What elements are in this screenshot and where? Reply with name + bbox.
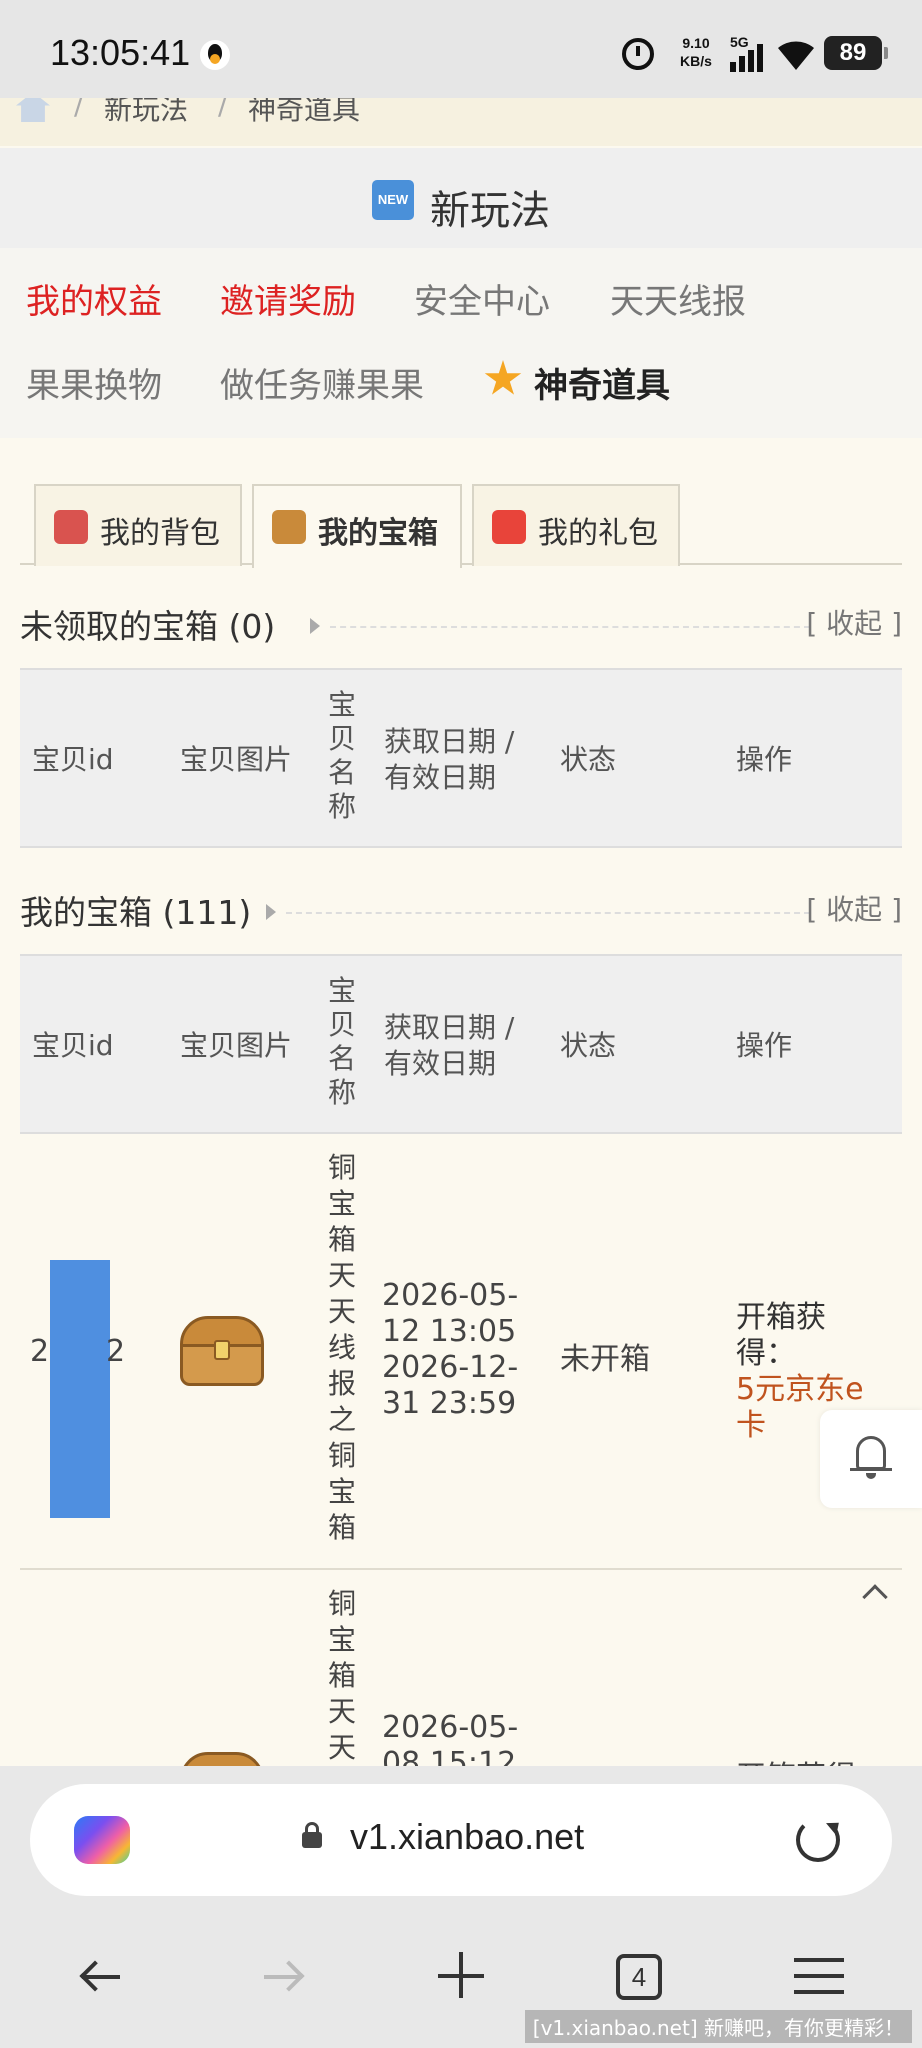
column-header-name: 宝贝名称 bbox=[328, 974, 357, 1109]
treasure-chest-icon bbox=[180, 1316, 264, 1386]
caret-right-icon bbox=[266, 904, 276, 920]
new-badge-icon: NEW bbox=[372, 180, 414, 220]
network-speed: 9.10 KB/s bbox=[672, 34, 720, 70]
nav-link-fruit-exchange[interactable]: 果果换物 bbox=[26, 358, 162, 407]
tab-switcher-button[interactable]: 4 bbox=[616, 1954, 662, 2000]
item-id-start: 2 bbox=[30, 1334, 50, 1369]
forward-button[interactable] bbox=[252, 1946, 312, 2006]
copilot-icon[interactable] bbox=[74, 1816, 130, 1864]
column-header-action: 操作 bbox=[736, 1029, 793, 1062]
column-header-date: 获取日期 / 有效日期 bbox=[384, 725, 515, 794]
tab-bar: 我的背包 我的宝箱 我的礼包 bbox=[20, 484, 902, 568]
breadcrumb: / 新玩法 / 神奇道具 bbox=[0, 98, 922, 146]
item-dates: 2026-05-12 13:05 2026-12-31 23:59 bbox=[382, 1278, 519, 1421]
address-bar[interactable]: v1.xianbao.net bbox=[30, 1784, 892, 1896]
tab-treasure-chest[interactable]: 我的宝箱 bbox=[252, 484, 462, 568]
tab-gift-pack[interactable]: 我的礼包 bbox=[472, 484, 680, 566]
item-name: 铜宝箱天天线报之铜宝箱 bbox=[328, 1151, 357, 1544]
tab-label: 我的宝箱 bbox=[318, 516, 438, 551]
nav-link-invite-rewards[interactable]: 邀请奖励 bbox=[220, 274, 356, 323]
my-chests-title: 我的宝箱 (111) bbox=[20, 893, 252, 932]
menu-button[interactable] bbox=[790, 1946, 850, 2006]
column-header-name: 宝贝名称 bbox=[328, 688, 357, 823]
section-header: NEW 新玩法 bbox=[0, 148, 922, 248]
tab-backpack[interactable]: 我的背包 bbox=[34, 484, 242, 566]
nav-link-daily-deals[interactable]: 天天线报 bbox=[610, 274, 746, 323]
site-watermark: [v1.xianbao.net] 新赚吧，有你更精彩！ bbox=[524, 2010, 912, 2043]
unclaimed-chests-header: 未领取的宝箱 (0) [ 收起 ] bbox=[20, 600, 902, 660]
item-id-end: 2 bbox=[106, 1334, 126, 1369]
battery-icon: 89 bbox=[824, 36, 888, 70]
net-speed-unit: KB/s bbox=[680, 53, 712, 69]
wifi-icon bbox=[778, 41, 814, 70]
new-tab-button[interactable] bbox=[432, 1946, 492, 2006]
table-row: 铜宝箱天天 2026-05-08 15:12 开箱获得： bbox=[20, 1572, 902, 1766]
nav-link-magic-props[interactable]: 神奇道具 bbox=[534, 358, 670, 407]
browser-toolbar: v1.xianbao.net 4 bbox=[0, 1766, 922, 2048]
nav-link-my-rights[interactable]: 我的权益 bbox=[26, 274, 162, 323]
reload-icon[interactable] bbox=[796, 1818, 840, 1862]
back-button[interactable] bbox=[74, 1946, 134, 2006]
treasure-chest-icon bbox=[272, 510, 306, 544]
lock-icon[interactable] bbox=[302, 1822, 322, 1848]
status-time: 13:05:41 bbox=[50, 32, 191, 73]
item-dates: 2026-05-08 15:12 bbox=[382, 1710, 519, 1766]
section-title: 新玩法 bbox=[430, 188, 550, 234]
tab-label: 我的礼包 bbox=[538, 516, 658, 551]
bell-icon bbox=[856, 1436, 886, 1470]
column-header-status: 状态 bbox=[560, 1029, 617, 1062]
notification-bell-button[interactable] bbox=[820, 1410, 922, 1508]
column-header-status: 状态 bbox=[560, 743, 617, 776]
breadcrumb-item[interactable]: 神奇道具 bbox=[248, 98, 360, 128]
table-header: 宝贝id 宝贝图片 宝贝名称 获取日期 / 有效日期 状态 操作 bbox=[20, 668, 902, 848]
column-header-date: 获取日期 / 有效日期 bbox=[384, 1011, 515, 1080]
qq-notification-icon bbox=[200, 40, 230, 70]
reward-label: 开箱获得： bbox=[736, 1752, 886, 1766]
reward-label: 开箱获得： bbox=[736, 1300, 826, 1371]
breadcrumb-separator: / bbox=[74, 98, 84, 121]
page-viewport[interactable]: / 新玩法 / 神奇道具 NEW 新玩法 我的权益 邀请奖励 安全中心 天天线报… bbox=[0, 98, 922, 1766]
gift-icon bbox=[492, 510, 526, 544]
column-header-id: 宝贝id bbox=[32, 743, 114, 776]
status-bar: 13:05:41 9.10 KB/s 5G 89 bbox=[0, 0, 922, 98]
network-type: 5G bbox=[730, 34, 749, 50]
column-header-action: 操作 bbox=[736, 743, 793, 776]
item-name: 铜宝箱天天 bbox=[328, 1587, 357, 1764]
net-speed-value: 9.10 bbox=[682, 35, 710, 51]
collapse-button[interactable]: [ 收起 ] bbox=[806, 888, 902, 928]
column-header-id: 宝贝id bbox=[32, 1029, 114, 1062]
alarm-icon bbox=[622, 38, 654, 70]
column-header-image: 宝贝图片 bbox=[180, 1029, 293, 1062]
backpack-icon bbox=[54, 510, 88, 544]
collapse-button[interactable]: [ 收起 ] bbox=[806, 602, 902, 642]
tab-label: 我的背包 bbox=[100, 516, 220, 551]
caret-right-icon bbox=[310, 618, 320, 634]
nav-link-security-center[interactable]: 安全中心 bbox=[414, 274, 550, 323]
unclaimed-chests-title: 未领取的宝箱 (0) bbox=[20, 607, 276, 646]
dashed-divider bbox=[330, 626, 810, 628]
url-text[interactable]: v1.xianbao.net bbox=[350, 1816, 584, 1858]
table-header: 宝贝id 宝贝图片 宝贝名称 获取日期 / 有效日期 状态 操作 bbox=[20, 954, 902, 1134]
treasure-chest-icon bbox=[180, 1752, 264, 1766]
item-status: 未开箱 bbox=[560, 1342, 650, 1377]
table-row: 2 2 铜宝箱天天线报之铜宝箱 2026-05-12 13:05 2026-12… bbox=[20, 1136, 902, 1570]
my-chests-header: 我的宝箱 (111) [ 收起 ] bbox=[20, 886, 902, 946]
nav-link-earn-fruit-tasks[interactable]: 做任务赚果果 bbox=[220, 358, 424, 407]
breadcrumb-item[interactable]: 新玩法 bbox=[104, 98, 188, 128]
dashed-divider bbox=[286, 912, 810, 914]
redaction-block bbox=[50, 1260, 110, 1518]
home-icon[interactable] bbox=[16, 98, 50, 122]
column-header-image: 宝贝图片 bbox=[180, 743, 293, 776]
breadcrumb-separator: / bbox=[218, 98, 228, 121]
